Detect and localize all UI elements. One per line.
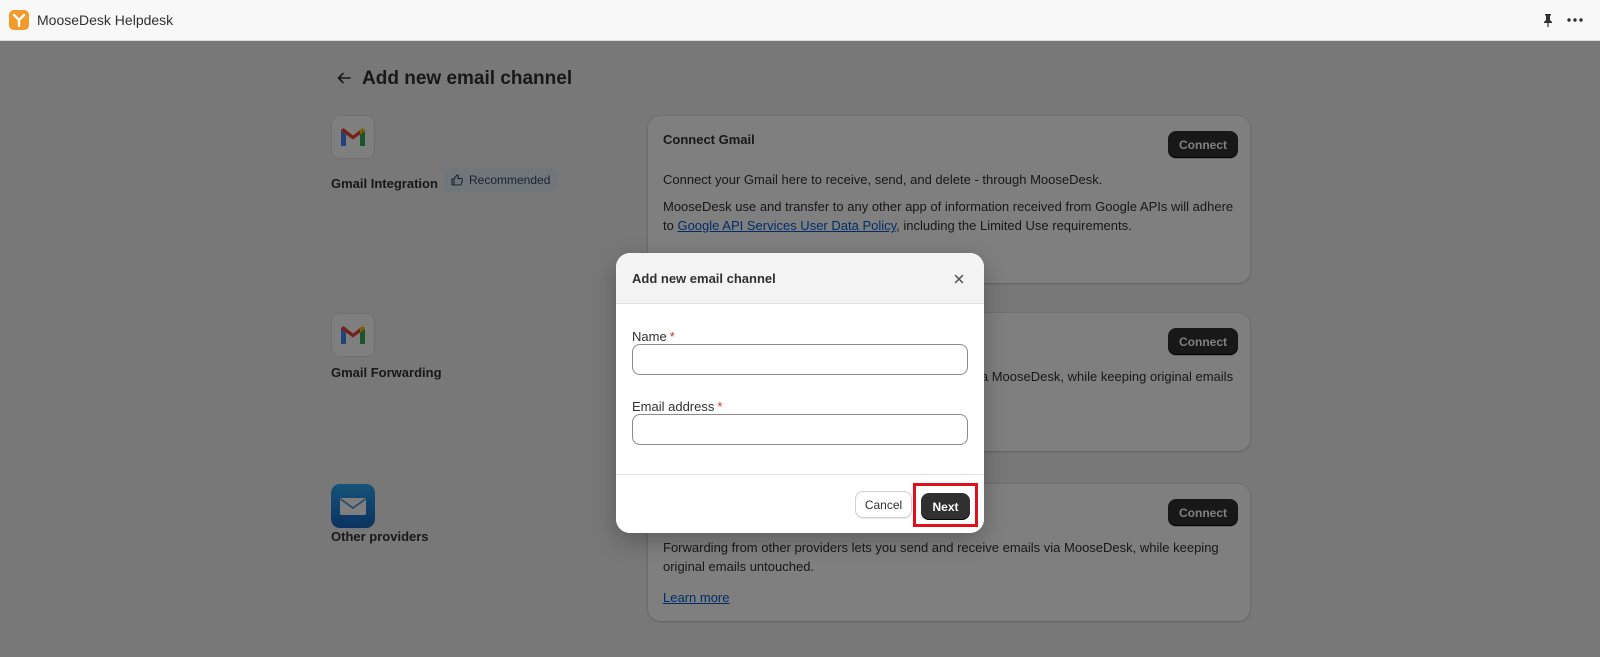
- moosedesk-logo-icon: [9, 10, 29, 30]
- more-options-icon[interactable]: [1566, 12, 1584, 28]
- close-icon[interactable]: [952, 272, 966, 286]
- email-address-input[interactable]: [632, 414, 968, 445]
- pin-icon[interactable]: [1540, 12, 1556, 28]
- modal-footer: Cancel Next: [616, 474, 984, 533]
- modal-header: Add new email channel: [616, 253, 984, 304]
- required-mark: *: [717, 399, 723, 414]
- app-bar: MooseDesk Helpdesk: [0, 0, 1600, 41]
- email-field-label: Email address *: [632, 399, 722, 414]
- add-email-channel-modal: Add new email channel Name * Email addres…: [616, 253, 984, 533]
- name-field-label: Name *: [632, 329, 675, 344]
- required-mark: *: [669, 329, 675, 344]
- next-button[interactable]: Next: [921, 493, 970, 520]
- next-button-highlight: Next: [913, 483, 978, 527]
- name-input[interactable]: [632, 344, 968, 375]
- app-title: MooseDesk Helpdesk: [37, 12, 174, 28]
- modal-title: Add new email channel: [632, 271, 776, 286]
- cancel-button[interactable]: Cancel: [855, 491, 912, 518]
- name-label-text: Name: [632, 329, 667, 344]
- email-label-text: Email address: [632, 399, 715, 414]
